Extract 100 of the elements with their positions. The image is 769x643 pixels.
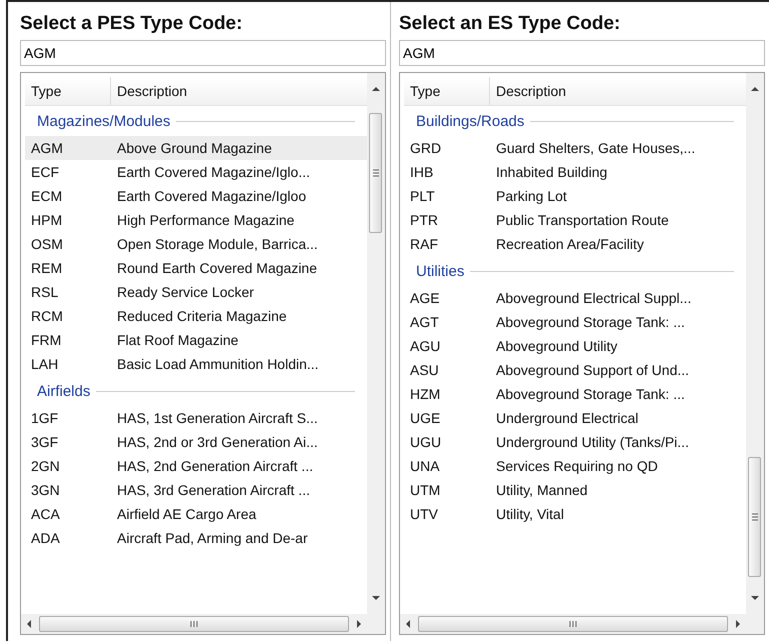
type-description: Aircraft Pad, Arming and De-ar [116,530,308,546]
type-description: Earth Covered Magazine/Iglo... [116,164,310,180]
column-header[interactable]: Description [490,77,566,105]
type-code: HZM [409,386,442,402]
type-code: LAH [30,356,60,372]
list-row[interactable]: HPM High Performance Magazine [25,208,367,232]
down-arrow-icon[interactable] [750,594,760,602]
left-arrow-icon[interactable] [25,619,33,629]
list-row[interactable]: 2GN HAS, 2nd Generation Aircraft ... [25,454,367,478]
type-code: REM [30,260,64,276]
search-field[interactable]: AGM [20,40,386,66]
list-row[interactable]: LAH Basic Load Ammunition Holdin... [25,352,367,376]
scroll-thumb[interactable] [39,616,349,632]
type-code: 3GF [30,434,60,450]
column-header[interactable]: Type [404,77,490,105]
list-row[interactable]: PLT Parking Lot [404,184,746,208]
list-row[interactable]: UNA Services Requiring no QD [404,454,746,478]
vertical-scrollbar[interactable] [367,73,385,634]
type-description: Recreation Area/Facility [495,236,644,252]
type-description: Round Earth Covered Magazine [116,260,318,276]
down-arrow-icon[interactable] [371,594,381,602]
type-code: UGU [409,434,442,450]
type-description: HAS, 2nd or 3rd Generation Ai... [116,434,318,450]
list-row[interactable]: UGU Underground Utility (Tanks/Pi... [404,430,746,454]
type-code: FRM [30,332,62,348]
list-row[interactable]: AGT Aboveground Storage Tank: ... [404,310,746,334]
type-description: Aboveground Utility [495,338,618,354]
type-code: UNA [409,458,441,474]
type-description: Aboveground Support of Und... [495,362,690,378]
search-field[interactable]: AGM [399,40,765,66]
type-code: PLT [409,188,436,204]
type-description: Services Requiring no QD [495,458,658,474]
list-row[interactable]: ACA Airfield AE Cargo Area [25,502,367,526]
type-description: Underground Electrical [495,410,638,426]
type-code: ASU [409,362,440,378]
type-code: 1GF [30,410,60,426]
type-description: Flat Roof Magazine [116,332,238,348]
type-code: 3GN [30,482,61,498]
type-description: Basic Load Ammunition Holdin... [116,356,319,372]
horizontal-scrollbar[interactable] [400,614,746,634]
type-code: HPM [30,212,64,228]
type-description: HAS, 1st Generation Aircraft S... [116,410,318,426]
type-description: Earth Covered Magazine/Igloo [116,188,306,204]
scroll-thumb[interactable] [748,457,761,577]
list-row[interactable]: UTV Utility, Vital [404,502,746,526]
type-description: High Performance Magazine [116,212,294,228]
type-description: Above Ground Magazine [116,140,272,156]
column-header[interactable]: Description [111,77,188,105]
list-row[interactable]: UGE Underground Electrical [404,406,746,430]
list-row[interactable]: PTR Public Transportation Route [404,208,746,232]
list-row[interactable]: RAF Recreation Area/Facility [404,232,746,256]
list-row[interactable]: AGU Aboveground Utility [404,334,746,358]
type-description: Inhabited Building [495,164,608,180]
horizontal-scrollbar[interactable] [21,614,367,634]
type-description: Underground Utility (Tanks/Pi... [495,434,689,450]
type-code: ECF [30,164,60,180]
list-row[interactable]: RCM Reduced Criteria Magazine [25,304,367,328]
type-description: Utility, Manned [495,482,588,498]
panel-title: Select a PES Type Code: [20,12,244,36]
type-code: AGM [30,140,64,156]
list-row[interactable]: 1GF HAS, 1st Generation Aircraft S... [25,406,367,430]
list-row[interactable]: 3GF HAS, 2nd or 3rd Generation Ai... [25,430,367,454]
list-row[interactable]: UTM Utility, Manned [404,478,746,502]
list-row[interactable]: AGE Aboveground Electrical Suppl... [404,286,746,310]
right-arrow-icon[interactable] [355,619,363,629]
list-row[interactable]: OSM Open Storage Module, Barrica... [25,232,367,256]
type-code: RCM [30,308,64,324]
type-code: AGT [409,314,440,330]
list-row[interactable]: AGM Above Ground Magazine [25,136,367,160]
scroll-thumb[interactable] [369,113,382,233]
list-row[interactable]: ASU Aboveground Support of Und... [404,358,746,382]
type-description: Public Transportation Route [495,212,669,228]
list-row[interactable]: ADA Aircraft Pad, Arming and De-ar [25,526,367,550]
list-row[interactable]: HZM Aboveground Storage Tank: ... [404,382,746,406]
list-row[interactable]: IHB Inhabited Building [404,160,746,184]
scroll-thumb[interactable] [418,616,728,632]
up-arrow-icon[interactable] [371,85,381,93]
column-header[interactable]: Type [25,77,111,105]
list-row[interactable]: REM Round Earth Covered Magazine [25,256,367,280]
type-code: PTR [409,212,439,228]
type-code: ACA [30,506,61,522]
list-row[interactable]: GRD Guard Shelters, Gate Houses,... [404,136,746,160]
list-row[interactable]: FRM Flat Roof Magazine [25,328,367,352]
type-description: Aboveground Storage Tank: ... [495,386,685,402]
type-description: Airfield AE Cargo Area [116,506,256,522]
list-row[interactable]: ECF Earth Covered Magazine/Iglo... [25,160,367,184]
type-code: UGE [409,410,442,426]
type-description: HAS, 3rd Generation Aircraft ... [116,482,310,498]
type-description: Aboveground Electrical Suppl... [495,290,692,306]
type-description: Utility, Vital [495,506,564,522]
up-arrow-icon[interactable] [750,85,760,93]
list-row[interactable]: RSL Ready Service Locker [25,280,367,304]
left-arrow-icon[interactable] [404,619,412,629]
right-arrow-icon[interactable] [734,619,742,629]
list-row[interactable]: ECM Earth Covered Magazine/Igloo [25,184,367,208]
list-row[interactable]: 3GN HAS, 3rd Generation Aircraft ... [25,478,367,502]
type-description: Parking Lot [495,188,567,204]
group-heading: Magazines/Modules [37,112,170,130]
vertical-scrollbar[interactable] [746,73,764,634]
panel-title: Select an ES Type Code: [399,12,622,36]
